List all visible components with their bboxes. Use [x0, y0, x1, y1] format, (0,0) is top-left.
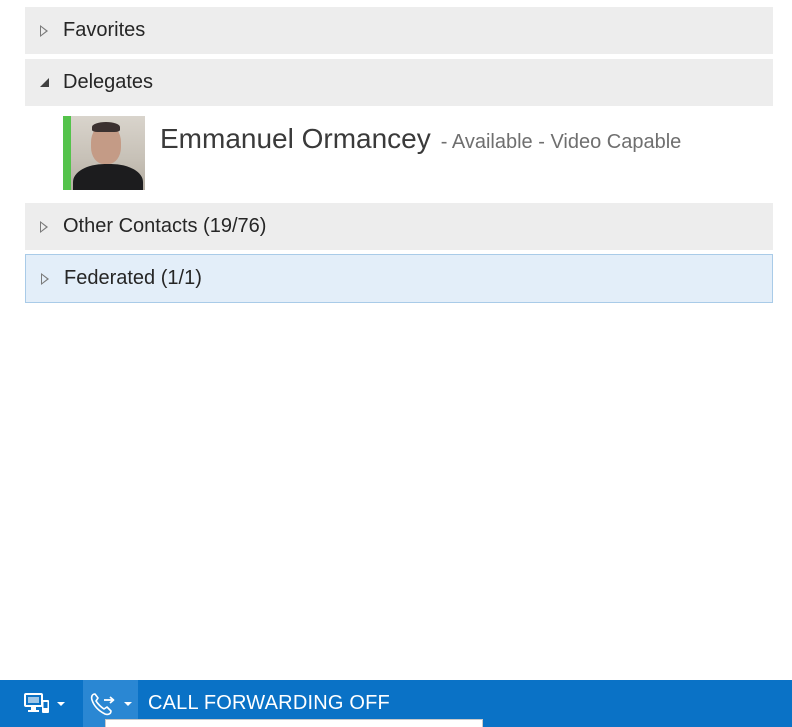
- group-label: Delegates: [63, 71, 154, 93]
- contact-status: - Available - Video Capable: [440, 131, 682, 153]
- chevron-down-icon: [57, 701, 65, 706]
- group-federated[interactable]: Federated (1/1): [25, 254, 773, 303]
- device-selector-button[interactable]: [20, 680, 69, 727]
- chevron-down-icon: [124, 701, 132, 706]
- contact-info: Emmanuel Ormancey - Available - Video Ca…: [160, 123, 681, 155]
- group-delegates[interactable]: Delegates: [25, 59, 773, 106]
- dropdown-menu-edge: [105, 719, 483, 727]
- group-label: Other Contacts (19/76): [63, 215, 267, 237]
- group-favorites[interactable]: Favorites: [25, 7, 773, 54]
- expand-arrow-icon[interactable]: [25, 24, 63, 37]
- presence-available-indicator: [63, 116, 71, 190]
- monitor-phone-icon: [24, 692, 49, 713]
- expand-arrow-icon[interactable]: [26, 272, 64, 285]
- expand-arrow-icon[interactable]: [25, 220, 63, 233]
- call-forwarding-status[interactable]: CALL FORWARDING OFF: [148, 692, 390, 715]
- contact-item[interactable]: Emmanuel Ormancey - Available - Video Ca…: [63, 116, 763, 190]
- avatar[interactable]: [71, 116, 145, 190]
- group-label: Federated (1/1): [64, 267, 202, 289]
- group-other-contacts[interactable]: Other Contacts (19/76): [25, 203, 773, 250]
- contact-name: Emmanuel Ormancey: [160, 123, 431, 154]
- collapse-arrow-icon[interactable]: [25, 78, 63, 87]
- group-label: Favorites: [63, 19, 146, 41]
- call-forwarding-icon: [90, 692, 115, 715]
